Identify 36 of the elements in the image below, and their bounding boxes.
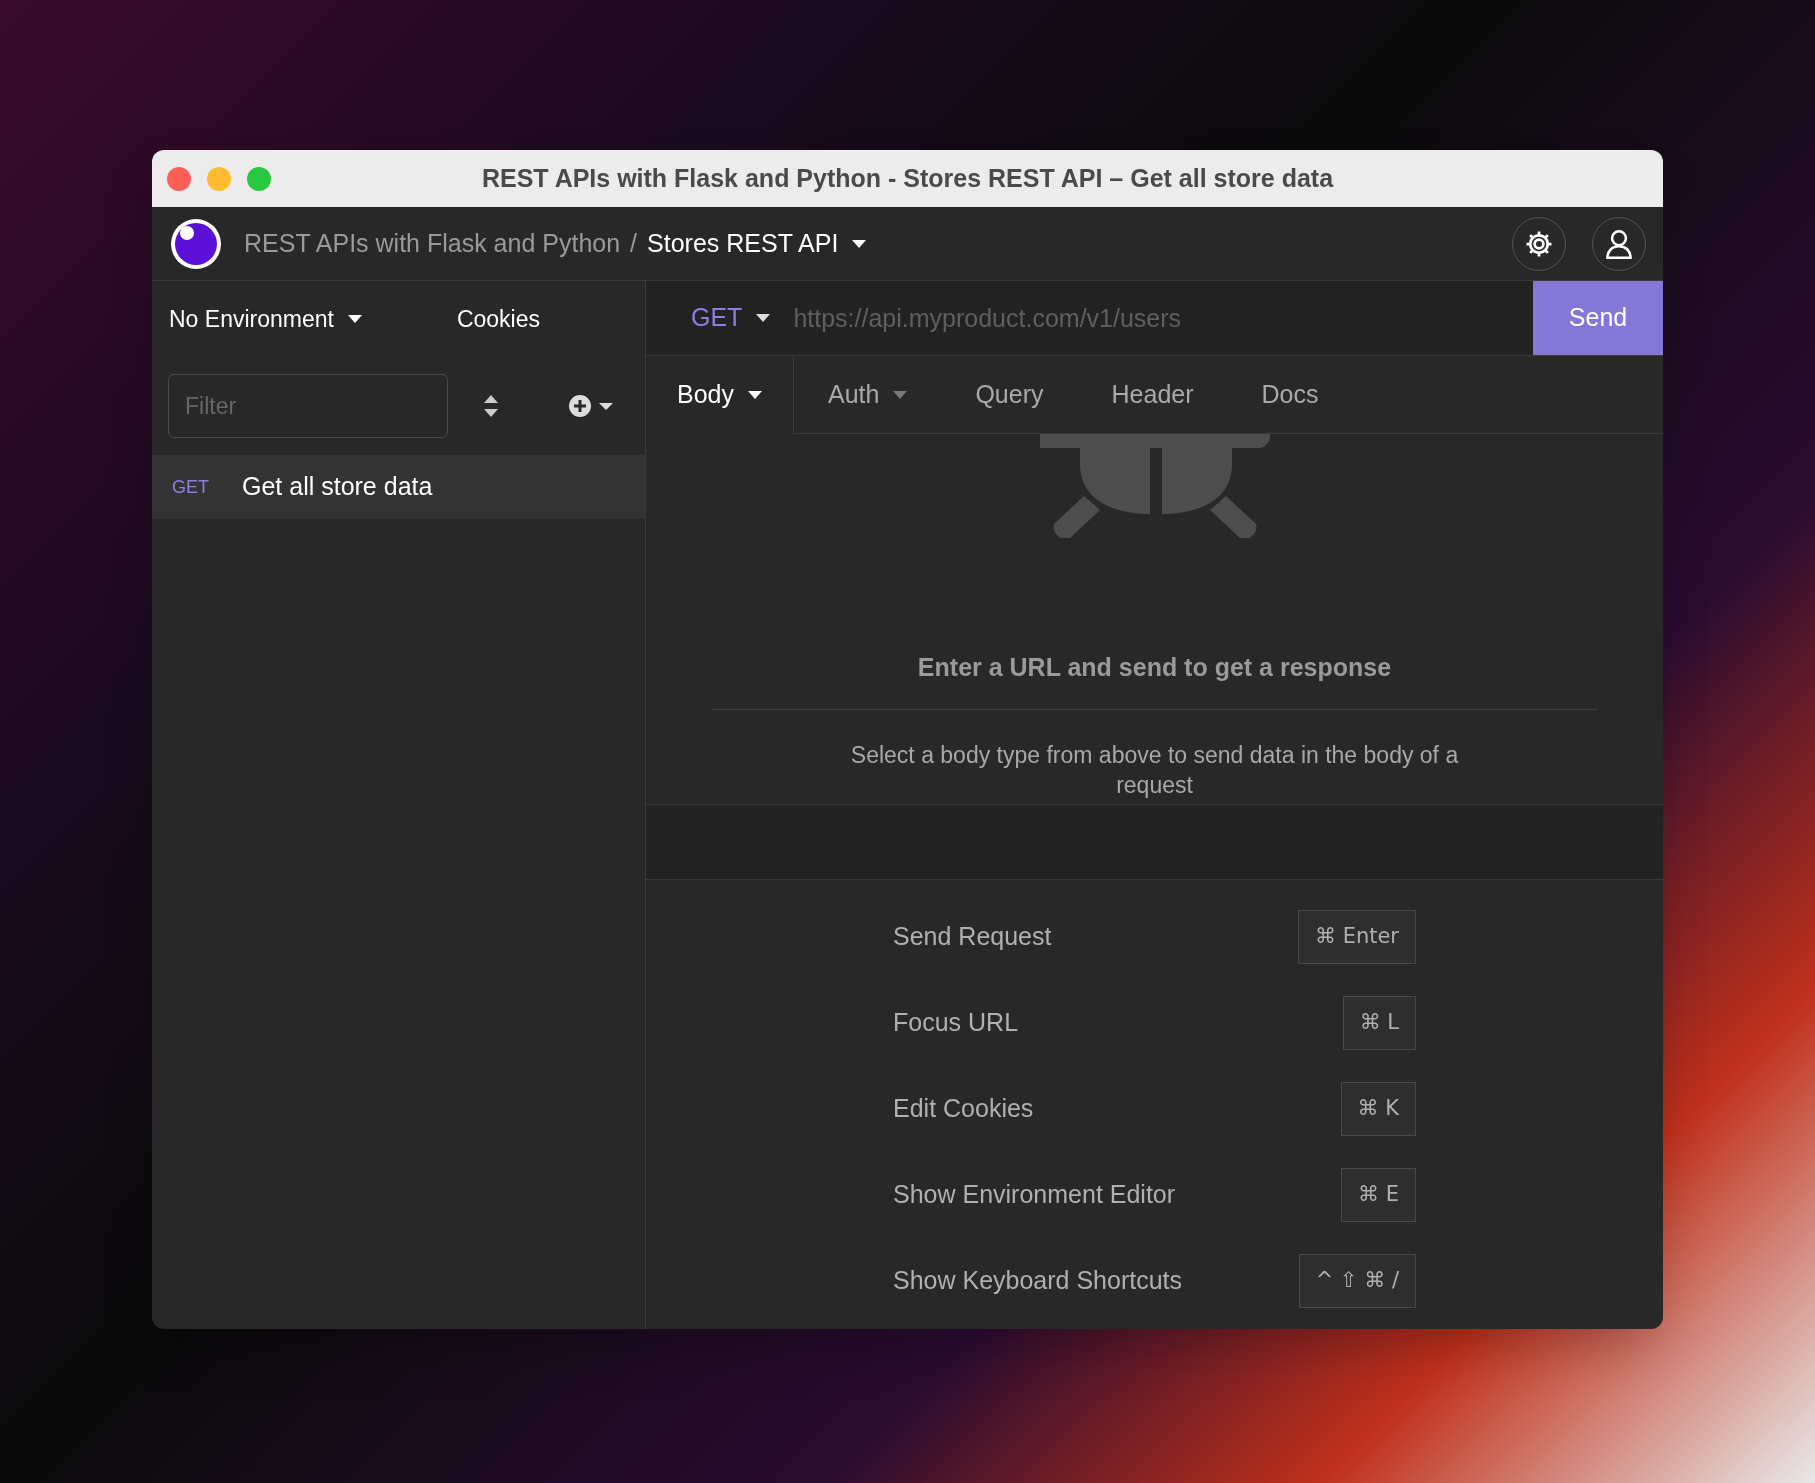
caret-icon [756, 314, 771, 322]
request-name: Get all store data [242, 471, 433, 503]
window-title: REST APIs with Flask and Python - Stores REST API – Get all store data [481, 162, 1334, 194]
request-tab[interactable]: Auth [794, 356, 942, 434]
request-tab[interactable]: Body [646, 356, 794, 434]
cookies-button[interactable]: Cookies [456, 301, 541, 337]
caret-icon [852, 239, 867, 248]
breadcrumb-separator: / [630, 227, 638, 259]
shortcut-label: Show Keyboard Shortcuts [893, 1264, 1183, 1296]
shortcut-keys: ⌘ L [1342, 995, 1416, 1050]
url-field[interactable]: https://api.myproduct.com/v1/users [792, 281, 1533, 355]
add-dropdown-icon[interactable] [569, 394, 615, 418]
workspace-name[interactable]: REST APIs with Flask and Python [244, 224, 621, 263]
sort-icon[interactable] [483, 395, 499, 417]
shortcut-label: Edit Cookies [893, 1092, 1034, 1124]
environment-dropdown[interactable]: No Environment [169, 301, 362, 337]
request-item[interactable]: GET Get all store data [152, 455, 645, 519]
bug-icon [1039, 434, 1270, 538]
shortcut-label: Show Environment Editor [893, 1178, 1176, 1210]
caret-icon [347, 315, 362, 323]
shortcut-keys: ⌘ K [1340, 1081, 1416, 1136]
user-icon [1605, 228, 1633, 259]
send-button[interactable]: Send [1533, 281, 1663, 355]
shortcut-label: Focus URL [893, 1006, 1019, 1038]
shortcut-keys: ^ ⇧ ⌘ / [1298, 1253, 1416, 1308]
shortcut-keys: ⌘ Enter [1297, 909, 1416, 964]
body-type-hint: Select a body type from above to send data in the body of a request [849, 740, 1460, 800]
method-label: GET [172, 475, 210, 499]
app-logo-icon [169, 216, 223, 271]
shortcut-keys: ⌘ E [1341, 1167, 1416, 1222]
close-button[interactable] [167, 166, 191, 191]
collection-dropdown[interactable]: Stores REST API [647, 224, 867, 263]
method-dropdown[interactable]: GET [646, 281, 793, 355]
filter-field[interactable]: Filter [168, 374, 448, 438]
shortcut-label: Send Request [893, 920, 1052, 952]
response-message: Enter a URL and send to get a response [917, 652, 1392, 683]
